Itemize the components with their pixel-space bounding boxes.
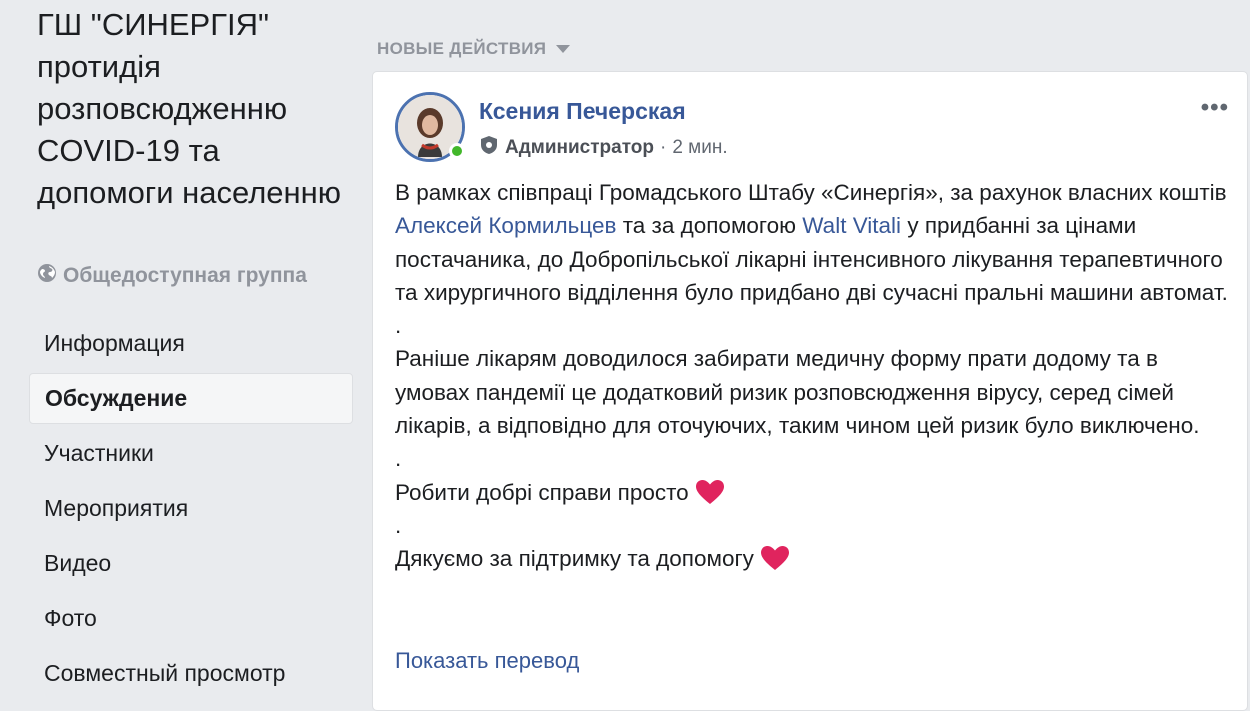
nav-item-members[interactable]: Участники [29, 428, 353, 479]
globe-icon [37, 263, 57, 289]
post-author-name[interactable]: Ксения Печерская [479, 98, 686, 125]
post-author-role[interactable]: Администратор [505, 137, 654, 159]
heart-emoji-icon [695, 479, 725, 505]
post-text: В рамках співпраці Громадського Штабу «С… [395, 176, 1235, 576]
more-options-icon[interactable]: ••• [1201, 96, 1229, 120]
post-meta: Администратор · 2 мин. [479, 135, 728, 161]
post-text-segment: та за допомогою [616, 213, 803, 239]
nav-item-discussion[interactable]: Обсуждение [29, 373, 353, 424]
see-translation-link[interactable]: Показать перевод [395, 648, 579, 674]
post-paragraph-2: Раніше лікарям доводилося забирати медич… [395, 346, 1200, 439]
nav-item-events[interactable]: Мероприятия [29, 483, 353, 534]
group-privacy: Общедоступная группа [37, 263, 307, 289]
nav-item-photos[interactable]: Фото [29, 593, 353, 644]
post-separator: . [395, 512, 402, 538]
post-paragraph-3: Робити добрі справи просто [395, 476, 1235, 509]
heart-emoji-icon [760, 545, 790, 571]
post-paragraph-4: Дякуємо за підтримку та допомогу [395, 542, 1235, 575]
mention-link[interactable]: Алексей Кормильцев [395, 213, 616, 238]
post-separator: . [395, 313, 402, 339]
post-timestamp[interactable]: 2 мин. [672, 137, 727, 159]
admin-shield-icon [479, 135, 499, 161]
feed-sort-dropdown[interactable]: НОВЫЕ ДЕЙСТВИЯ [377, 39, 571, 59]
group-privacy-label: Общедоступная группа [63, 264, 307, 287]
feed-post: Ксения Печерская Администратор · 2 мин. … [372, 71, 1248, 711]
mention-link[interactable]: Walt Vitali [802, 213, 901, 238]
post-text-segment: В рамках співпраці Громадського Штабу «С… [395, 180, 1227, 205]
post-separator: . [395, 446, 402, 472]
post-paragraph-1: В рамках співпраці Громадського Штабу «С… [395, 176, 1235, 309]
nav-item-videos[interactable]: Видео [29, 538, 353, 589]
group-title[interactable]: ГШ "СИНЕРГІЯ" протидія розповсюдженню CO… [37, 4, 357, 214]
online-status-indicator [449, 143, 465, 159]
group-nav: Информация Обсуждение Участники Мероприя… [29, 318, 353, 703]
caret-down-icon [556, 45, 571, 53]
nav-item-info[interactable]: Информация [29, 318, 353, 369]
group-sidebar: ГШ "СИНЕРГІЯ" протидія розповсюдженню CO… [0, 0, 370, 698]
meta-separator: · [660, 137, 667, 158]
nav-item-watch-party[interactable]: Совместный просмотр [29, 648, 353, 699]
feed-sort-label: НОВЫЕ ДЕЙСТВИЯ [377, 39, 547, 58]
post-text-segment: Дякуємо за підтримку та допомогу [395, 546, 754, 572]
post-text-segment: Робити добрі справи просто [395, 479, 689, 505]
